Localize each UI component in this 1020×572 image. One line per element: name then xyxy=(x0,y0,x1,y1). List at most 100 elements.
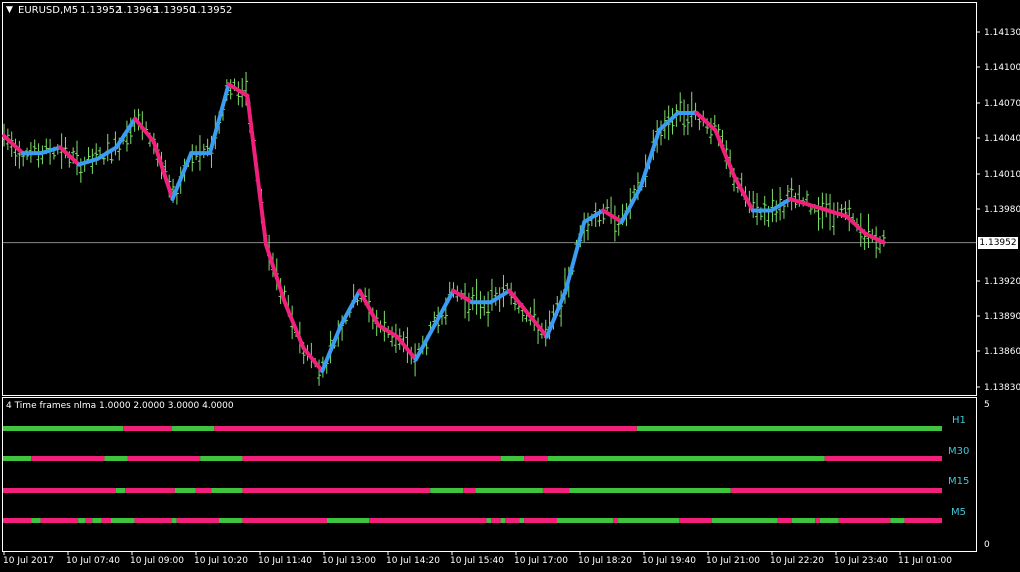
tf-bar-m5-up xyxy=(92,518,102,523)
time-tick: 10 Jul 10:20 xyxy=(194,556,248,566)
nlma-segment-up xyxy=(413,323,437,362)
tf-bar-m5-down xyxy=(524,518,558,523)
price-tick: 1.14100 xyxy=(984,63,1020,73)
tf-bar-m30-up xyxy=(3,456,32,461)
tf-bar-m30-down xyxy=(242,456,501,461)
time-tick: 10 Jul 17:00 xyxy=(514,556,568,566)
nlma-segment-down xyxy=(732,174,755,213)
tf-bar-m5-up xyxy=(557,518,614,523)
nlma-segment-up xyxy=(170,151,194,201)
chart-window[interactable]: ▼ EURUSD,M5 1.13952 1.13963 1.13950 1.13… xyxy=(0,0,1020,572)
nlma-segment-up xyxy=(207,82,231,156)
indicator-axis-max: 5 xyxy=(984,400,990,410)
tf-bar-m5-up xyxy=(110,518,135,523)
price-tick: 1.13980 xyxy=(984,205,1020,215)
indicator-axis-min: 0 xyxy=(984,540,990,550)
tf-bar-m30-down xyxy=(824,456,942,461)
tf-bar-m15-down xyxy=(730,488,942,493)
tf-bar-h1-up xyxy=(636,426,942,431)
tf-bar-m5-up xyxy=(500,518,506,523)
price-tick: 1.13830 xyxy=(984,383,1020,393)
nlma-segment-up xyxy=(338,288,362,328)
time-tick: 10 Jul 18:20 xyxy=(578,556,632,566)
ohlc-low: 1.13950 xyxy=(154,5,196,16)
tf-bar-m15-up xyxy=(174,488,196,493)
triangle-down-icon[interactable]: ▼ xyxy=(6,4,13,16)
time-tick: 10 Jul 14:20 xyxy=(386,556,440,566)
ohlc-close: 1.13952 xyxy=(191,5,233,16)
tf-bar-m5-up xyxy=(791,518,816,523)
tf-bar-m5-up xyxy=(519,518,525,523)
nlma-segment-down xyxy=(282,300,306,351)
price-tick: 1.14010 xyxy=(984,170,1020,180)
tf-bar-h1-up xyxy=(172,426,215,431)
nlma-segment-up xyxy=(619,185,643,224)
time-tick: 10 Jul 23:40 xyxy=(834,556,888,566)
tf-bar-m30-down xyxy=(31,456,105,461)
ohlc-open: 1.13952 xyxy=(80,5,122,16)
tf-bar-m5-up xyxy=(31,518,41,523)
nlma-segment-down xyxy=(151,139,175,201)
tf-bar-m30-up xyxy=(547,456,825,461)
tf-bar-m15-up xyxy=(115,488,126,493)
tf-bar-m5-up xyxy=(618,518,680,523)
nlma-segment-down xyxy=(133,116,156,144)
tf-label-m5: M5 xyxy=(951,507,966,518)
tf-bar-m5-down xyxy=(838,518,891,523)
tf-label-m30: M30 xyxy=(948,446,970,457)
price-tick: 1.14130 xyxy=(984,28,1020,38)
tf-bar-m30-down xyxy=(524,456,548,461)
tf-label-m15: M15 xyxy=(948,476,970,487)
time-tick: 10 Jul 22:20 xyxy=(770,556,824,566)
nlma-segment-up xyxy=(432,288,456,328)
tf-bar-m5-down xyxy=(613,518,619,523)
tf-bar-m30-up xyxy=(500,456,525,461)
tf-bar-m5-up xyxy=(218,518,243,523)
tf-bar-m15-up xyxy=(430,488,464,493)
tf-bar-h1-up xyxy=(3,426,124,431)
tf-bar-m15-down xyxy=(242,488,431,493)
symbol-label: EURUSD,M5 xyxy=(18,5,79,16)
price-chart-svg xyxy=(2,31,980,555)
price-tick: 1.14040 xyxy=(984,134,1020,144)
nlma-segment-down xyxy=(806,202,830,213)
tf-bar-m5-down xyxy=(242,518,327,523)
time-tick: 10 Jul 11:40 xyxy=(258,556,312,566)
tf-bar-m5-up xyxy=(172,518,177,523)
time-tick: 10 Jul 13:00 xyxy=(322,556,376,566)
tf-bar-m5-up xyxy=(78,518,86,523)
tf-bar-h1-down xyxy=(123,426,173,431)
tf-bar-m5-down xyxy=(777,518,792,523)
nlma-segment-down xyxy=(264,242,287,305)
price-tick: 1.14070 xyxy=(984,99,1020,109)
tf-bar-m5-up xyxy=(819,518,839,523)
tf-bar-m5-down xyxy=(176,518,219,523)
price-tick: 1.13890 xyxy=(984,312,1020,322)
price-tick: 1.13920 xyxy=(984,277,1020,287)
tf-bar-m15-down xyxy=(542,488,570,493)
tf-bar-m5-up xyxy=(326,518,370,523)
time-tick: 10 Jul 09:00 xyxy=(130,556,184,566)
nlma-segment-up xyxy=(76,156,100,167)
tf-bar-m5-down xyxy=(40,518,79,523)
tf-bar-m5-down xyxy=(134,518,173,523)
tf-bar-m5-down xyxy=(491,518,501,523)
tf-bar-m30-up xyxy=(200,456,243,461)
time-tick: 10 Jul 2017 xyxy=(3,556,54,566)
tf-bar-m5-down xyxy=(904,518,942,523)
tf-bar-m15-down xyxy=(3,488,116,493)
tf-bar-m5-up xyxy=(711,518,778,523)
tf-bar-m5-down xyxy=(679,518,712,523)
nlma-segment-down xyxy=(713,128,737,179)
nlma-segment-up xyxy=(114,116,138,150)
nlma-segment-down xyxy=(526,311,549,339)
price-tick: 1.13860 xyxy=(984,347,1020,357)
ohlc-high: 1.13963 xyxy=(117,5,159,16)
tf-bar-m5-down xyxy=(505,518,520,523)
nlma-segment-down xyxy=(245,93,269,247)
tf-bar-m30-up xyxy=(104,456,128,461)
time-tick: 10 Jul 07:40 xyxy=(66,556,120,566)
tf-bar-h1-down xyxy=(214,426,637,431)
nlma-segment-down xyxy=(2,133,25,156)
tf-bar-m5-down xyxy=(815,518,820,523)
